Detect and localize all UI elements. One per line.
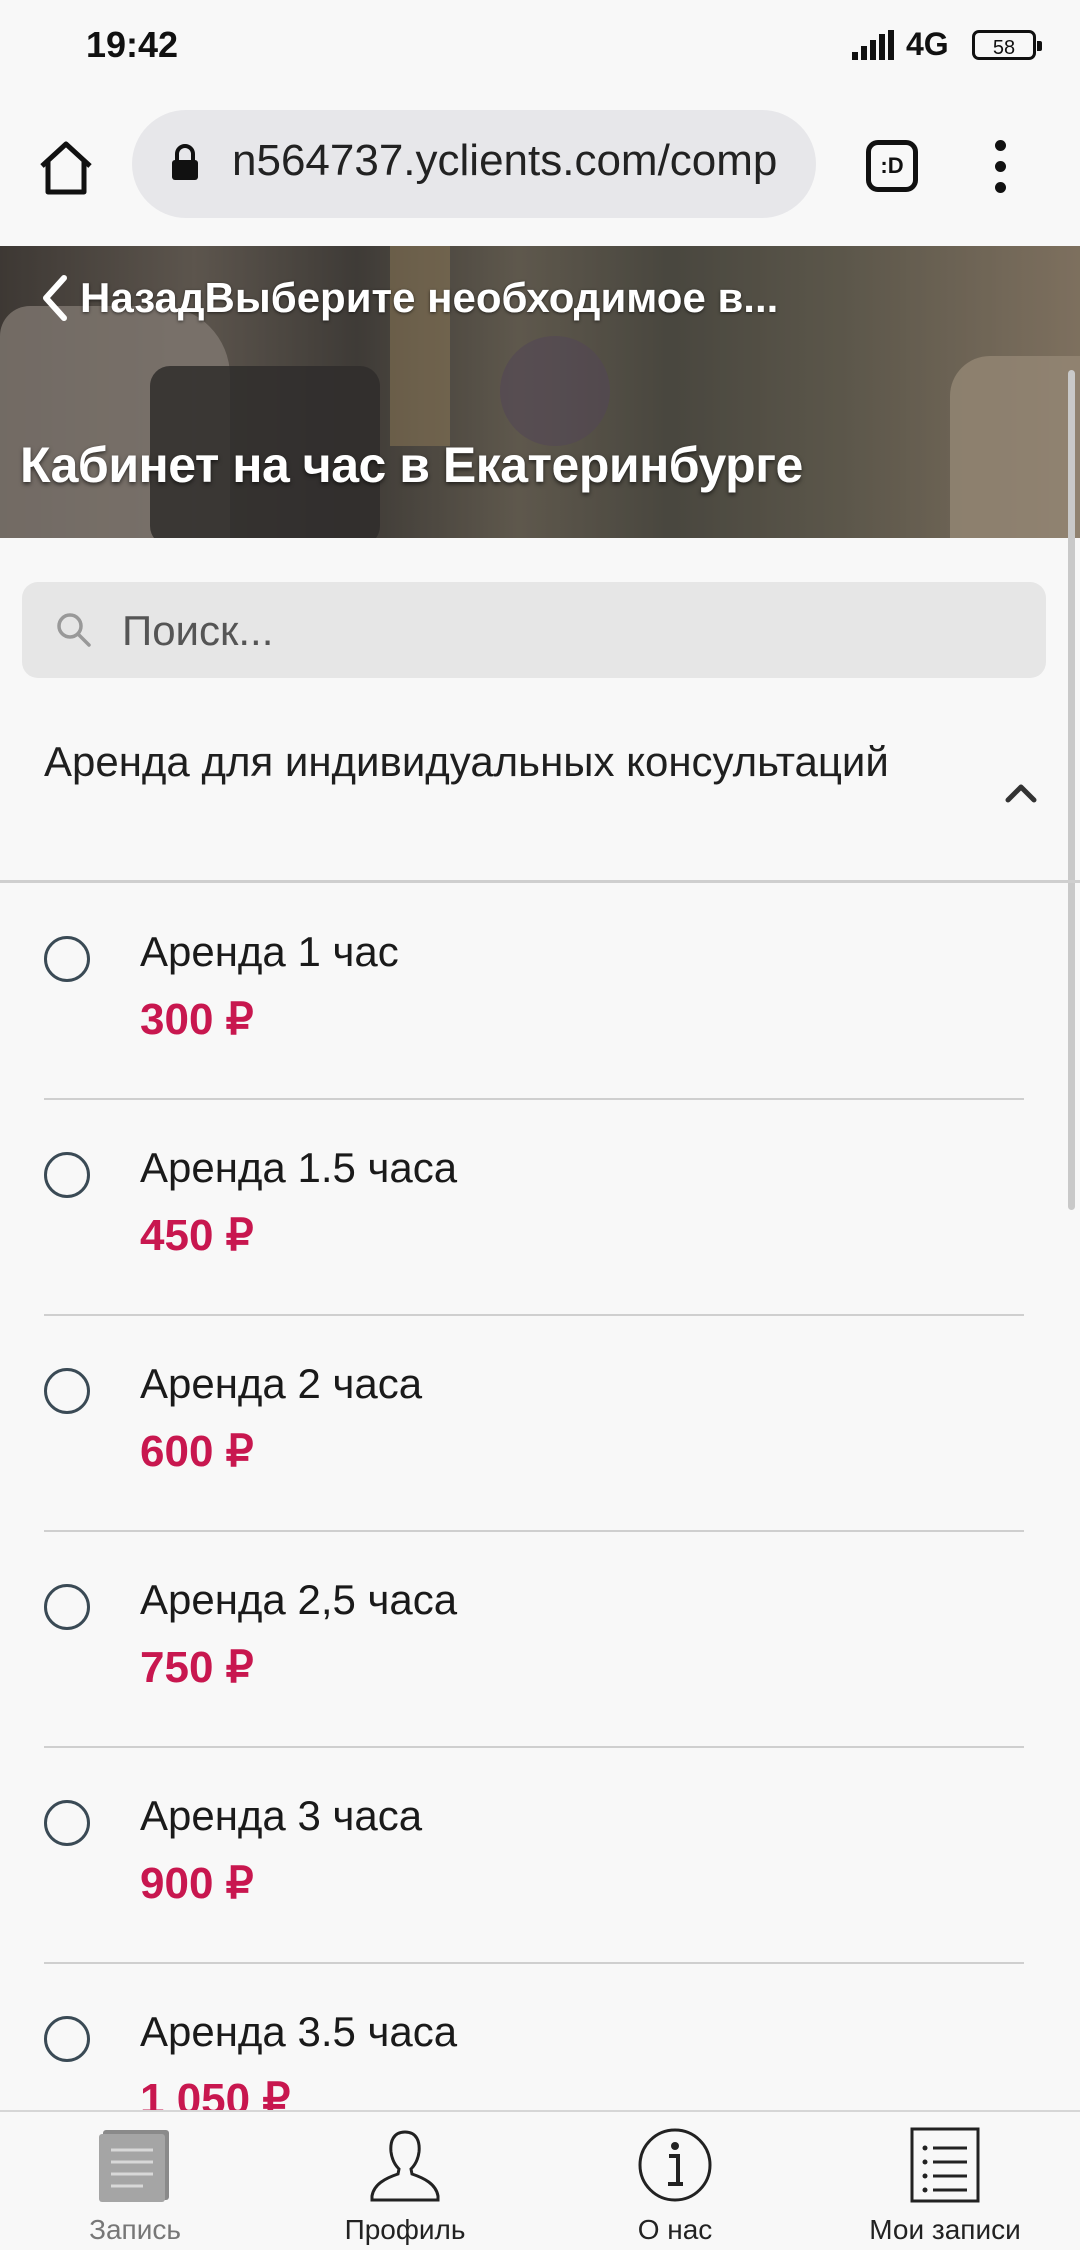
service-name: Аренда 3 часа (140, 1792, 423, 1839)
signal-icon (852, 30, 894, 60)
chevron-up-icon[interactable] (1004, 782, 1038, 804)
service-item[interactable]: Аренда 1.5 часа 450 ₽ (0, 1100, 1080, 1316)
back-label: НазадВыберите необходимое в... (80, 274, 779, 321)
service-name: Аренда 1 час (140, 928, 399, 975)
nav-item-my-bookings[interactable]: Мои записи (835, 2126, 1055, 2246)
breadcrumb: Выберите необходимое в... (204, 274, 779, 321)
nav-item-about[interactable]: О нас (565, 2126, 785, 2246)
service-price: 900 ₽ (140, 1859, 254, 1908)
radio-button[interactable] (44, 1152, 90, 1198)
book-icon (99, 2130, 169, 2202)
service-name: Аренда 2 часа (140, 1360, 423, 1407)
search-box[interactable] (22, 582, 1046, 680)
radio-button[interactable] (44, 936, 90, 982)
service-price: 450 ₽ (140, 1211, 254, 1260)
nav-item-profile[interactable]: Профиль (295, 2126, 515, 2246)
service-price: 750 ₽ (140, 1643, 254, 1692)
search-input[interactable] (120, 582, 1004, 680)
category-title: Аренда для индивидуальных консультаций (44, 738, 889, 785)
service-item[interactable]: Аренда 2,5 часа 750 ₽ (0, 1532, 1080, 1748)
list-icon (910, 2127, 980, 2203)
battery-icon: 58 (972, 30, 1042, 60)
address-bar[interactable]: n564737.yclients.com/comp (132, 110, 816, 218)
service-price: 600 ₽ (140, 1427, 254, 1476)
radio-button[interactable] (44, 2016, 90, 2062)
category-header[interactable]: Аренда для индивидуальных консультаций (0, 720, 1080, 883)
hero-banner: НазадВыберите необходимое в... Кабинет н… (0, 246, 1080, 538)
home-icon[interactable] (34, 136, 98, 200)
service-item[interactable]: Аренда 2 часа 600 ₽ (0, 1316, 1080, 1532)
service-item[interactable]: Аренда 1 час 300 ₽ (0, 884, 1080, 1100)
url-text: n564737.yclients.com/comp (232, 136, 778, 185)
service-name: Аренда 1.5 часа (140, 1144, 458, 1191)
nav-label: Запись (89, 2214, 181, 2245)
network-type: 4G (906, 26, 949, 62)
radio-button[interactable] (44, 1368, 90, 1414)
bottom-nav: Запись Профиль О нас Мои записи (0, 2110, 1080, 2250)
radio-button[interactable] (44, 1800, 90, 1846)
nav-label: Мои записи (869, 2214, 1021, 2245)
nav-label: О нас (637, 2214, 713, 2245)
service-name: Аренда 2,5 часа (140, 1576, 458, 1623)
service-name: Аренда 3.5 часа (140, 2008, 458, 2055)
search-icon (57, 613, 91, 647)
person-icon (370, 2130, 440, 2202)
chevron-left-icon (43, 275, 67, 321)
radio-button[interactable] (44, 1584, 90, 1630)
tab-switcher-button[interactable]: :D (866, 140, 918, 192)
service-item[interactable]: Аренда 3 часа 900 ₽ (0, 1748, 1080, 1964)
lock-icon (172, 144, 198, 180)
nav-label: Профиль (344, 2214, 466, 2245)
status-bar: 19:42 4G 58 (0, 0, 1080, 96)
page-title: Кабинет на час в Екатеринбурге (20, 437, 803, 493)
more-menu-icon[interactable] (990, 140, 1010, 200)
service-price: 300 ₽ (140, 995, 254, 1044)
status-time: 19:42 (86, 24, 179, 65)
back-button[interactable]: НазадВыберите необходимое в... (40, 274, 778, 322)
nav-item-booking[interactable]: Запись (25, 2126, 245, 2246)
browser-toolbar: n564737.yclients.com/comp :D (0, 96, 1080, 247)
info-icon (638, 2128, 712, 2202)
